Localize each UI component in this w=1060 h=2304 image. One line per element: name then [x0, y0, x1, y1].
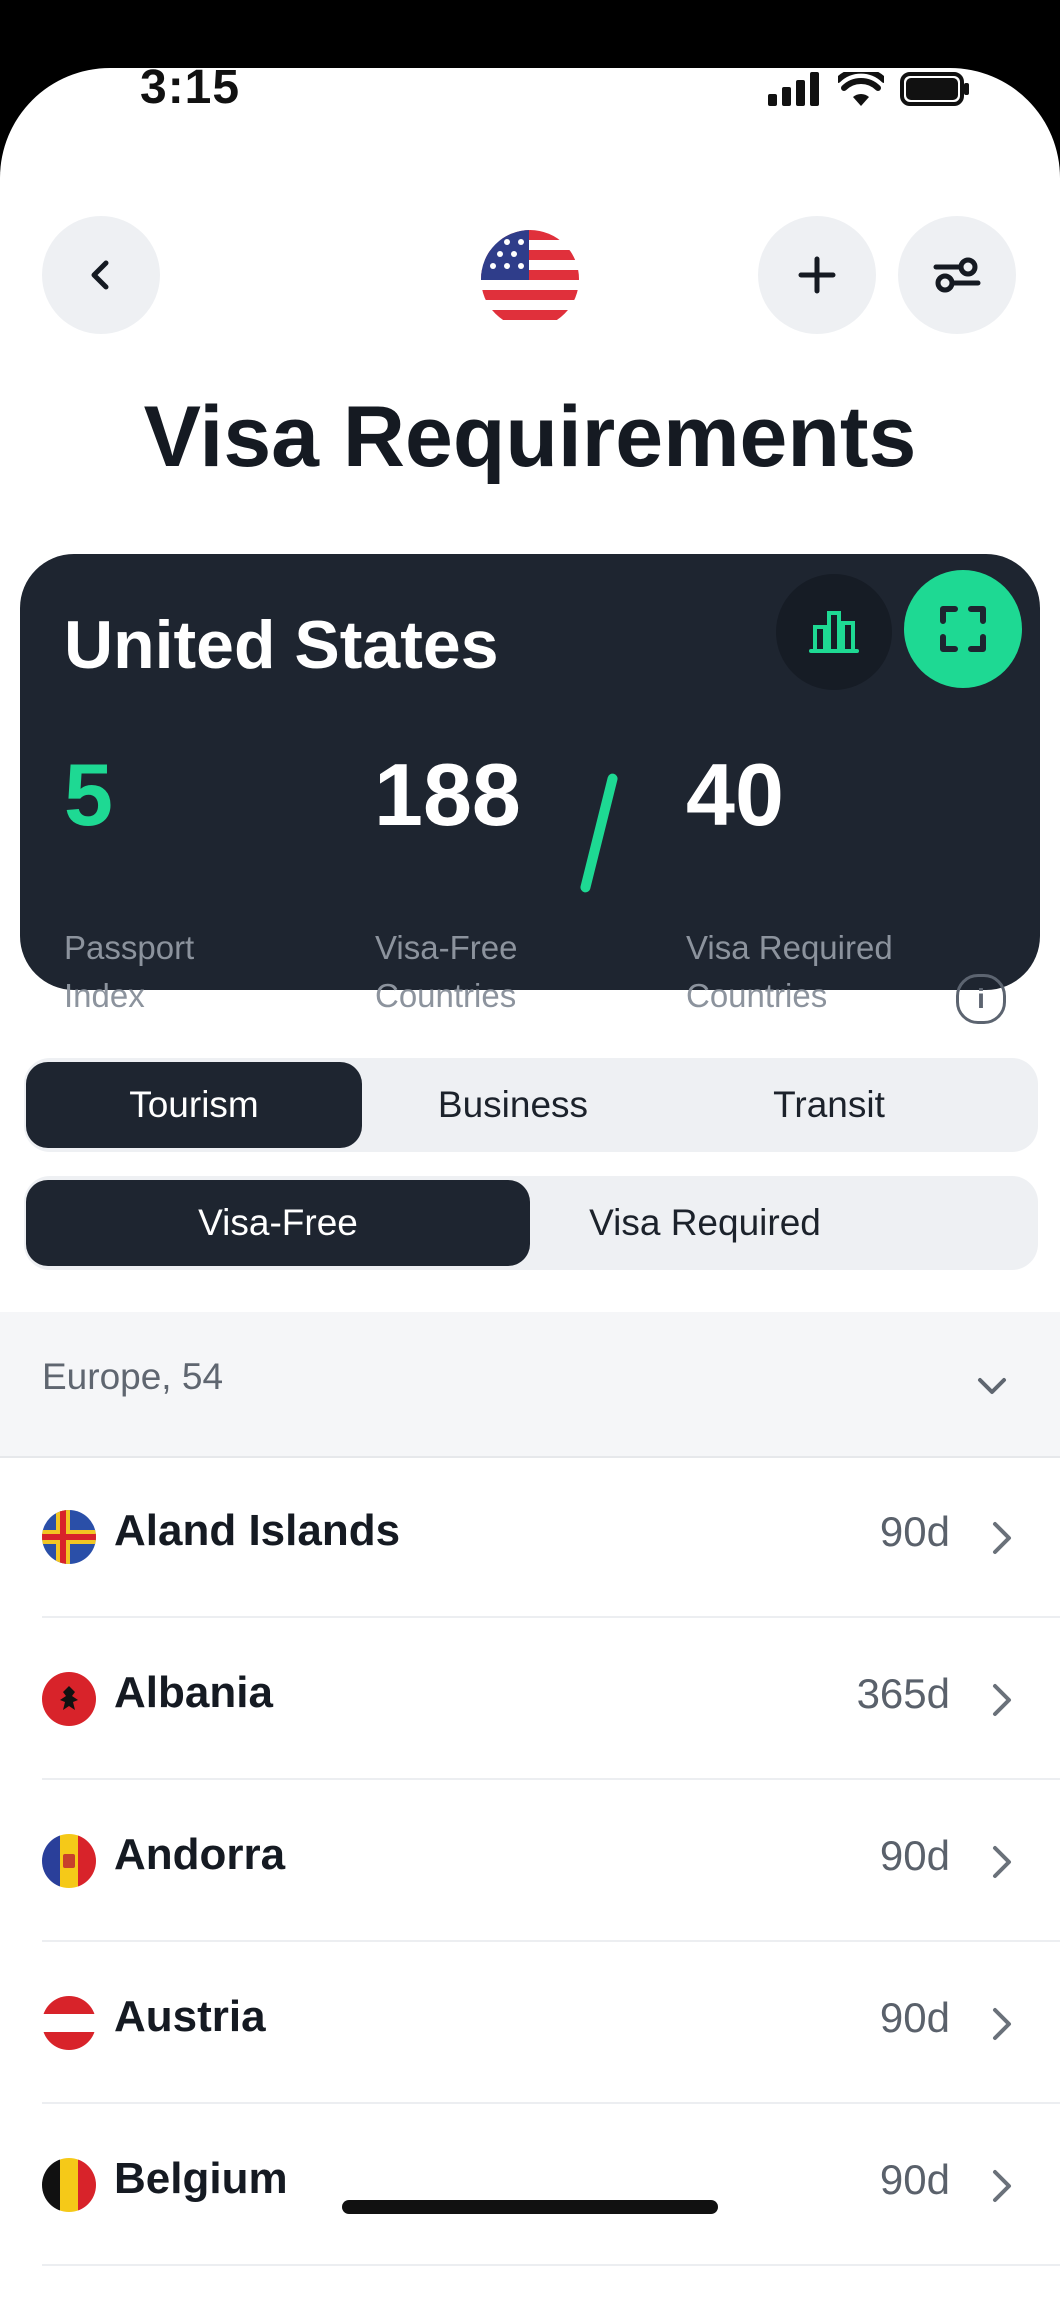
- country-row[interactable]: Aland Islands 90d: [0, 1456, 1060, 1618]
- visa-required-label: Visa Required Countries: [686, 929, 893, 1014]
- passport-index-label: Passport Index: [64, 929, 195, 1014]
- andorra-flag-icon: [42, 1834, 96, 1888]
- tab-transit[interactable]: Transit: [664, 1062, 994, 1148]
- passport-index-value: 5: [64, 745, 113, 844]
- divider-slash: [579, 772, 619, 894]
- aland-flag-icon: [42, 1510, 96, 1564]
- chevron-down-icon: [978, 1378, 1006, 1394]
- stay-duration: 90d: [879, 1508, 950, 1555]
- country-name: Aland Islands: [114, 1506, 401, 1555]
- visa-free-label: Visa-Free Countries: [375, 929, 518, 1014]
- filter-button[interactable]: [898, 216, 1016, 334]
- signal-icon: [768, 72, 819, 106]
- chevron-right-icon: [993, 1846, 1011, 1878]
- tab-business[interactable]: Business: [362, 1062, 664, 1148]
- region-group-header[interactable]: Europe, 54: [0, 1312, 1060, 1458]
- chevron-right-icon: [993, 1684, 1011, 1716]
- visa-required-count: 40: [686, 745, 784, 844]
- country-row[interactable]: Albania 365d: [0, 1618, 1060, 1780]
- tab-tourism[interactable]: Tourism: [26, 1062, 362, 1148]
- sliders-icon: [933, 257, 981, 293]
- card-country-name: United States: [64, 607, 499, 683]
- wifi-icon: [838, 72, 884, 106]
- bar-chart-icon: [809, 611, 859, 653]
- page-title: Visa Requirements: [143, 389, 917, 485]
- country-name: Belgium: [114, 2154, 288, 2203]
- stats-button[interactable]: [776, 574, 892, 690]
- stay-duration: 90d: [879, 1832, 950, 1879]
- visa-type-segmented-control: Visa-Free Visa Required: [24, 1176, 1038, 1270]
- visa-free-count: 188: [374, 745, 521, 844]
- country-row[interactable]: Austria 90d: [0, 1942, 1060, 2104]
- scan-button[interactable]: [904, 570, 1022, 688]
- add-button[interactable]: [758, 216, 876, 334]
- back-button[interactable]: [42, 216, 160, 334]
- stay-duration: 90d: [879, 2156, 950, 2203]
- purpose-segmented-control: Tourism Business Transit: [24, 1058, 1038, 1152]
- home-indicator[interactable]: [342, 2200, 718, 2214]
- region-group-label: Europe, 54: [42, 1356, 224, 1397]
- stay-duration: 365d: [856, 1670, 950, 1717]
- albania-flag-icon: [42, 1672, 96, 1726]
- passport-summary-card: United States 5 Passport Index 188 Visa-…: [20, 554, 1040, 1024]
- stay-duration: 90d: [879, 1994, 950, 2041]
- status-time: 3:15: [140, 68, 241, 114]
- chevron-left-icon: [91, 260, 109, 290]
- country-row[interactable]: Belgium 90d: [0, 2104, 1060, 2266]
- app-screen: 3:15 Visa Requirements United States 5 P…: [0, 68, 1060, 2304]
- chevron-right-icon: [993, 2008, 1011, 2040]
- austria-flag-icon: [42, 1996, 96, 2050]
- country-name: Albania: [114, 1668, 273, 1717]
- country-name: Andorra: [114, 1830, 286, 1879]
- country-name: Austria: [114, 1992, 266, 2041]
- tab-visa-required[interactable]: Visa Required: [530, 1180, 880, 1266]
- scan-frame-icon: [940, 606, 986, 652]
- plus-icon: [798, 256, 836, 294]
- us-flag-icon: [481, 230, 579, 328]
- tab-visa-free[interactable]: Visa-Free: [26, 1180, 530, 1266]
- chevron-right-icon: [993, 2170, 1011, 2202]
- status-bar: 3:15: [0, 68, 1060, 128]
- info-icon[interactable]: i: [956, 974, 1006, 1024]
- battery-icon: [900, 72, 969, 106]
- belgium-flag-icon: [42, 2158, 96, 2212]
- country-row[interactable]: Andorra 90d: [0, 1780, 1060, 1942]
- chevron-right-icon: [993, 1522, 1011, 1554]
